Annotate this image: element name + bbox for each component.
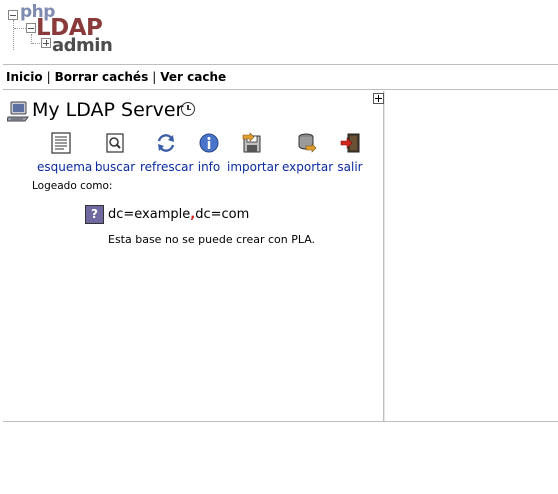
expand-panel-button[interactable] xyxy=(373,93,384,104)
import-label[interactable]: importar xyxy=(227,160,279,174)
server-name: My LDAP Server xyxy=(32,99,184,121)
export-icon xyxy=(298,133,317,153)
top-menu: Inicio | Borrar cachés | Ver cache xyxy=(6,70,226,84)
schema-label[interactable]: esquema xyxy=(37,160,92,174)
base-dn-link[interactable]: dc=example,dc=com xyxy=(108,207,249,222)
tree-minus-icon xyxy=(8,10,18,20)
menu-separator: | xyxy=(152,70,157,84)
logout-label[interactable]: salir xyxy=(336,160,364,174)
footer-separator xyxy=(3,421,558,422)
cannot-create-message: Esta base no se puede crear con PLA. xyxy=(108,233,316,246)
clear-cache-link[interactable]: Borrar cachés xyxy=(55,70,149,84)
header-separator xyxy=(3,64,558,65)
search-icon xyxy=(106,133,124,153)
info-label[interactable]: info xyxy=(196,160,222,174)
export-button[interactable]: exportar xyxy=(282,132,333,174)
phpldapadmin-logo[interactable]: php LDAP admin xyxy=(6,2,113,56)
import-button[interactable]: importar xyxy=(227,132,279,174)
unknown-entry-icon: ? xyxy=(85,205,104,224)
logo-admin-text: admin xyxy=(52,35,113,56)
refresh-label[interactable]: refrescar xyxy=(140,160,193,174)
refresh-button[interactable]: refrescar xyxy=(140,132,193,174)
dn-part: dc=com xyxy=(195,207,250,222)
clock-icon xyxy=(181,102,195,116)
refresh-icon xyxy=(157,134,174,152)
logout-button[interactable]: salir xyxy=(336,132,364,174)
view-cache-link[interactable]: Ver cache xyxy=(160,70,226,84)
tree-minus-icon xyxy=(26,23,36,33)
schema-button[interactable]: esquema xyxy=(37,132,92,174)
server-icon xyxy=(7,101,29,122)
info-button[interactable]: info xyxy=(196,132,222,174)
home-link[interactable]: Inicio xyxy=(6,70,43,84)
menu-separator-line xyxy=(3,89,558,90)
content-panel xyxy=(384,91,558,421)
import-icon xyxy=(242,132,261,153)
info-icon xyxy=(199,133,219,153)
menu-separator: | xyxy=(46,70,51,84)
search-button[interactable]: buscar xyxy=(94,132,136,174)
tree-line xyxy=(13,20,14,50)
schema-icon xyxy=(51,132,71,154)
logout-icon xyxy=(340,133,360,153)
export-label[interactable]: exportar xyxy=(282,160,333,174)
dn-part: dc=example xyxy=(108,207,191,222)
search-label[interactable]: buscar xyxy=(94,160,136,174)
logged-in-label: Logeado como: xyxy=(32,180,113,192)
